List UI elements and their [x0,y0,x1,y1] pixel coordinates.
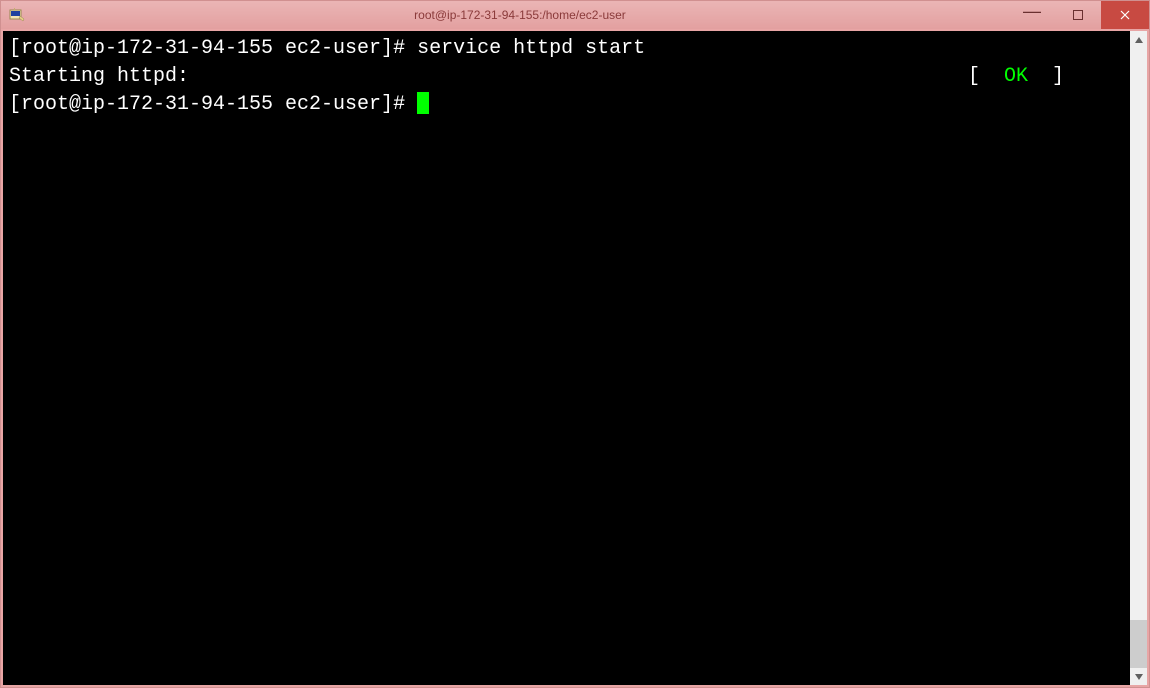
terminal[interactable]: [root@ip-172-31-94-155 ec2-user]# servic… [3,31,1130,685]
scroll-thumb[interactable] [1130,620,1147,668]
scroll-down-arrow-icon[interactable] [1130,668,1147,685]
terminal-line: [root@ip-172-31-94-155 ec2-user]# [9,91,1124,119]
status-text: Starting httpd: [9,63,189,91]
prompt: [root@ip-172-31-94-155 ec2-user]# [9,37,417,60]
window-title: root@ip-172-31-94-155:/home/ec2-user [31,8,1009,22]
close-button[interactable] [1101,1,1149,29]
scroll-track[interactable] [1130,48,1147,668]
titlebar[interactable]: root@ip-172-31-94-155:/home/ec2-user — [1,1,1149,29]
minimize-button[interactable]: — [1009,1,1055,29]
terminal-line: [root@ip-172-31-94-155 ec2-user]# servic… [9,35,1124,63]
prompt: [root@ip-172-31-94-155 ec2-user]# [9,93,417,116]
cursor [417,92,429,114]
content-area: [root@ip-172-31-94-155 ec2-user]# servic… [1,29,1149,687]
vertical-scrollbar[interactable] [1130,31,1147,685]
status-result: [ OK ] [968,63,1124,91]
ok-status: OK [980,65,1052,88]
maximize-button[interactable] [1055,1,1101,29]
terminal-line: Starting httpd: [ OK ] [9,63,1124,91]
command: service httpd start [417,37,645,60]
scroll-up-arrow-icon[interactable] [1130,31,1147,48]
putty-window: root@ip-172-31-94-155:/home/ec2-user — [… [0,0,1150,688]
window-controls: — [1009,1,1149,29]
putty-icon [9,7,25,23]
